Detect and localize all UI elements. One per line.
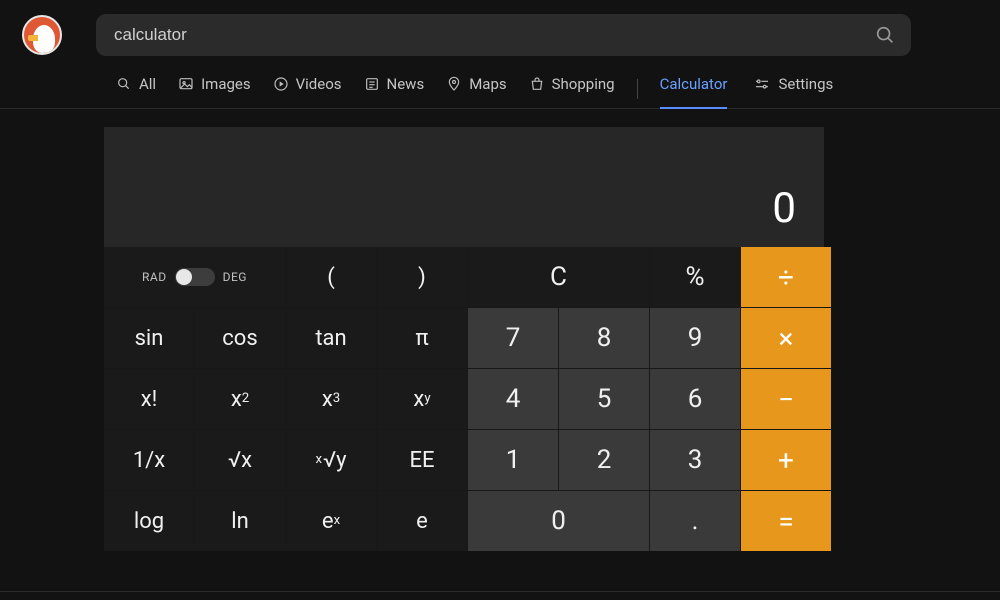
key-1[interactable]: 1 [468,430,558,490]
calc-keypad: RAD DEG ( ) C % ÷ sin cos tan π 7 8 9 × … [104,247,824,551]
tab-settings[interactable]: Settings [753,70,833,108]
rad-label: RAD [142,270,167,284]
tab-label: Calculator [660,75,728,93]
key-e[interactable]: e [377,491,467,551]
play-icon [273,76,289,92]
key-cos[interactable]: cos [195,308,285,368]
key-x-squared[interactable]: x2 [195,369,285,429]
key-xth-root[interactable]: x√y [286,430,376,490]
tab-label: Settings [778,75,833,93]
footer-divider [0,591,1000,592]
key-divide[interactable]: ÷ [741,247,831,307]
calc-display: 0 [104,127,824,247]
key-plus[interactable]: + [741,430,831,490]
key-6[interactable]: 6 [650,369,740,429]
key-factorial[interactable]: x! [104,369,194,429]
key-percent[interactable]: % [650,247,740,307]
key-e-power-x[interactable]: ex [286,491,376,551]
tab-all[interactable]: All [116,70,156,108]
tab-calculator[interactable]: Calculator [660,70,728,108]
tab-label: Shopping [552,75,615,93]
shopping-icon [529,76,545,92]
tab-shopping[interactable]: Shopping [529,70,615,108]
key-multiply[interactable]: × [741,308,831,368]
header [0,0,1000,66]
key-7[interactable]: 7 [468,308,558,368]
key-sin[interactable]: sin [104,308,194,368]
deg-label: DEG [223,270,247,284]
tab-label: Videos [296,75,342,93]
key-ee[interactable]: EE [377,430,467,490]
key-x-power-y[interactable]: xy [377,369,467,429]
search-icon [874,24,896,46]
key-sqrt[interactable]: √x [195,430,285,490]
search-icon [116,76,132,92]
tab-videos[interactable]: Videos [273,70,342,108]
rad-deg-toggle[interactable] [175,268,215,286]
image-icon [178,76,194,92]
key-log[interactable]: log [104,491,194,551]
search-box [96,14,911,56]
key-5[interactable]: 5 [559,369,649,429]
news-icon [364,76,380,92]
search-button[interactable] [871,21,899,49]
key-4[interactable]: 4 [468,369,558,429]
key-tan[interactable]: tan [286,308,376,368]
key-clear[interactable]: C [468,247,649,307]
tab-label: News [387,75,425,93]
key-8[interactable]: 8 [559,308,649,368]
tabs-row: All Images Videos News Maps Shopping Cal… [0,66,1000,109]
key-ln[interactable]: ln [195,491,285,551]
tab-label: Images [201,75,251,93]
rad-deg-toggle-cell: RAD DEG [104,247,285,307]
pin-icon [446,76,462,92]
key-decimal[interactable]: . [650,491,740,551]
key-3[interactable]: 3 [650,430,740,490]
search-input[interactable] [114,25,871,45]
key-pi[interactable]: π [377,308,467,368]
key-0[interactable]: 0 [468,491,649,551]
key-equals[interactable]: = [741,491,831,551]
key-2[interactable]: 2 [559,430,649,490]
tab-label: All [139,75,156,93]
tab-label: Maps [469,75,506,93]
tab-images[interactable]: Images [178,70,251,108]
tab-news[interactable]: News [364,70,425,108]
key-reciprocal[interactable]: 1/x [104,430,194,490]
site-logo[interactable] [22,15,62,55]
key-9[interactable]: 9 [650,308,740,368]
calc-display-value: 0 [772,184,796,233]
key-lparen[interactable]: ( [286,247,376,307]
key-rparen[interactable]: ) [377,247,467,307]
calculator-module: 0 RAD DEG ( ) C % ÷ sin cos tan π 7 8 9 … [104,127,824,551]
tabs-divider [637,79,638,99]
toggle-knob [176,269,192,285]
key-x-cubed[interactable]: x3 [286,369,376,429]
settings-icon [753,76,771,92]
tab-maps[interactable]: Maps [446,70,506,108]
key-minus[interactable]: − [741,369,831,429]
